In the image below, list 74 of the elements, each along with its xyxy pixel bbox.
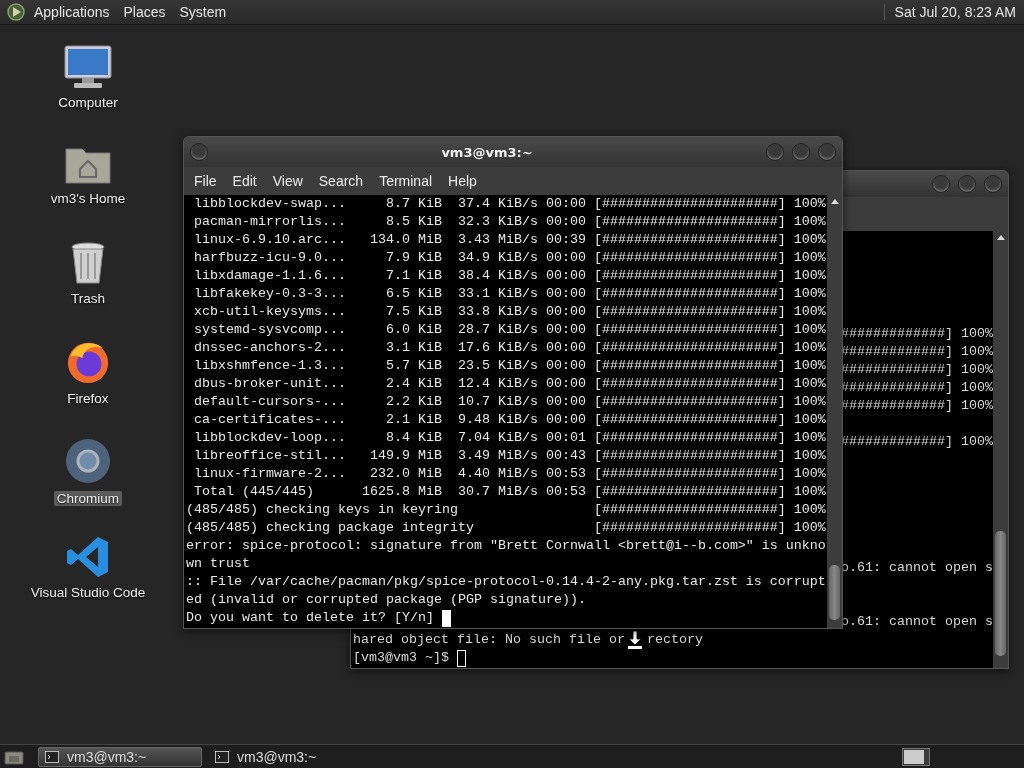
close-button[interactable] bbox=[984, 175, 1002, 193]
scrollbar[interactable] bbox=[827, 195, 842, 628]
terminal-line: Total (445/445) 1625.8 MiB 30.7 MiB/s 00:53 [######################] 100% bbox=[193, 483, 826, 501]
clock[interactable]: Sat Jul 20, 8:23 AM bbox=[883, 4, 1016, 20]
menu-item[interactable]: Edit bbox=[224, 173, 265, 189]
window-title: vm3@vm3:~ bbox=[440, 144, 534, 160]
terminal-line: :: File /var/cache/pacman/pkg/spice-protocol-0.14.4-2-any.pkg.tar.zst is corrupt bbox=[186, 573, 826, 591]
scroll-up-icon[interactable] bbox=[996, 235, 1005, 240]
scroll-thumb[interactable] bbox=[829, 565, 840, 620]
close-button[interactable] bbox=[818, 143, 836, 161]
terminal-line: libfakekey-0.3-3... 6.5 KiB 33.1 KiB/s 00:00 [######################] 100% bbox=[193, 285, 826, 303]
pointer-icon bbox=[626, 631, 643, 649]
menu-item[interactable]: View bbox=[264, 173, 311, 189]
code-editor-icon[interactable] bbox=[66, 535, 110, 579]
terminal-line: #############] 100% bbox=[841, 361, 993, 379]
terminal-line: systemd-sysvcomp... 6.0 KiB 28.7 KiB/s 00:00 [######################] 100% bbox=[193, 321, 826, 339]
desktop-icon-label[interactable]: Chromium bbox=[53, 491, 123, 506]
terminal-line: hared object file: No such file or bbox=[353, 631, 625, 649]
terminal-line: dbus-broker-unit... 2.4 KiB 12.4 KiB/s 00:00 [######################] 100% bbox=[193, 375, 826, 393]
panel-menu[interactable]: Places bbox=[123, 4, 166, 20]
workspace-switcher-icon[interactable] bbox=[902, 747, 930, 766]
desktop-icon[interactable] bbox=[4, 748, 24, 765]
terminal-line: #############] 100% bbox=[841, 343, 993, 361]
terminal-line: default-cursors-... 2.2 KiB 10.7 KiB/s 00:00 [######################] 100% bbox=[193, 393, 826, 411]
menu-item[interactable]: File bbox=[186, 173, 225, 189]
terminal-line: ca-certificates-... 2.1 KiB 9.48 KiB/s 00:00 [######################] 100% bbox=[193, 411, 826, 429]
menu-item[interactable]: Help bbox=[440, 173, 485, 189]
terminal-icon bbox=[215, 750, 229, 763]
desktop-icon-label[interactable]: Computer bbox=[55, 95, 121, 110]
terminal-line: error: spice-protocol: signature from "Brett Cornwall <brett@i--b.com>" is unkno bbox=[186, 537, 826, 555]
taskbar-button[interactable]: vm3@vm3:~ bbox=[208, 746, 372, 767]
terminal-line: libxshmfence-1.3... 5.7 KiB 23.5 KiB/s 00:00 [######################] 100% bbox=[193, 357, 826, 375]
terminal-line: libreoffice-stil... 149.9 MiB 3.49 MiB/s 00:43 [######################] 100% bbox=[193, 447, 826, 465]
terminal-line: dnssec-anchors-2... 3.1 KiB 17.6 KiB/s 00:00 [######################] 100% bbox=[193, 339, 826, 357]
maximize-button[interactable] bbox=[958, 175, 976, 193]
menu-item[interactable]: Terminal bbox=[371, 173, 441, 189]
terminal-line: libblockdev-loop... 8.4 KiB 7.04 KiB/s 00:01 [######################] 100% bbox=[193, 429, 826, 447]
terminal-line: wn trust bbox=[186, 555, 250, 573]
terminal-icon bbox=[45, 750, 59, 763]
desktop-icon-label[interactable]: Trash bbox=[68, 291, 108, 306]
terminal-prompt: Do you want to delete it? [Y/n] bbox=[186, 609, 434, 627]
terminal-line: linux-firmware-2... 232.0 MiB 4.40 MiB/s 00:53 [######################] 100% bbox=[193, 465, 826, 483]
terminal-line: ed (invalid or corrupted package (PGP signature)). bbox=[186, 591, 586, 609]
terminal-line: harfbuzz-icu-9.0... 7.9 KiB 34.9 KiB/s 00:00 [######################] 100% bbox=[193, 249, 826, 267]
terminal-line: xcb-util-keysyms... 7.5 KiB 33.8 KiB/s 00:00 [######################] 100% bbox=[193, 303, 826, 321]
scroll-up-icon[interactable] bbox=[830, 199, 839, 204]
terminal-line: (485/485) checking keys in keyring [######################] 100% bbox=[186, 501, 826, 519]
terminal-line: #############] 100% bbox=[841, 379, 993, 397]
terminal-line: rectory bbox=[646, 631, 703, 649]
terminal-line: (485/485) checking package integrity [######################] 100% bbox=[186, 519, 826, 537]
terminal-line: pacman-mirrorlis... 8.5 KiB 32.3 KiB/s 00:00 [######################] 100% bbox=[193, 213, 826, 231]
desktop-icon-label[interactable]: Visual Studio Code bbox=[27, 585, 149, 600]
minimize-button[interactable] bbox=[932, 175, 950, 193]
terminal-line: libblockdev-swap... 8.7 KiB 37.4 KiB/s 00:00 [######################] 100% bbox=[193, 195, 826, 213]
minimize-button[interactable] bbox=[766, 143, 784, 161]
logo-icon[interactable] bbox=[6, 2, 26, 22]
window-menu-button[interactable] bbox=[190, 143, 208, 161]
panel-menu[interactable]: System bbox=[179, 4, 227, 20]
browser-circle-icon[interactable] bbox=[64, 437, 112, 485]
monitor-icon[interactable] bbox=[64, 45, 112, 89]
terminal-line: libxdamage-1.1.6... 7.1 KiB 38.4 KiB/s 00:00 [######################] 100% bbox=[193, 267, 826, 285]
desktop-icon-label[interactable]: vm3's Home bbox=[47, 191, 129, 206]
terminal-line: linux-6.9.10.arc... 134.0 MiB 3.43 MiB/s 00:39 [######################] 100% bbox=[193, 231, 826, 249]
terminal-line: #############] 100% bbox=[841, 325, 993, 343]
maximize-button[interactable] bbox=[792, 143, 810, 161]
taskbar-button[interactable]: vm3@vm3:~ bbox=[38, 746, 202, 767]
terminal-line: #############] 100% bbox=[841, 433, 993, 451]
scrollbar[interactable] bbox=[993, 231, 1008, 668]
scroll-thumb[interactable] bbox=[995, 531, 1006, 656]
desktop-icon-label[interactable]: Firefox bbox=[64, 391, 112, 406]
terminal-line: #############] 100% bbox=[841, 397, 993, 415]
terminal-prompt: [vm3@vm3 ~]$ bbox=[353, 649, 449, 667]
panel-menu[interactable]: Applications bbox=[34, 4, 110, 20]
menu-item[interactable]: Search bbox=[310, 173, 372, 189]
